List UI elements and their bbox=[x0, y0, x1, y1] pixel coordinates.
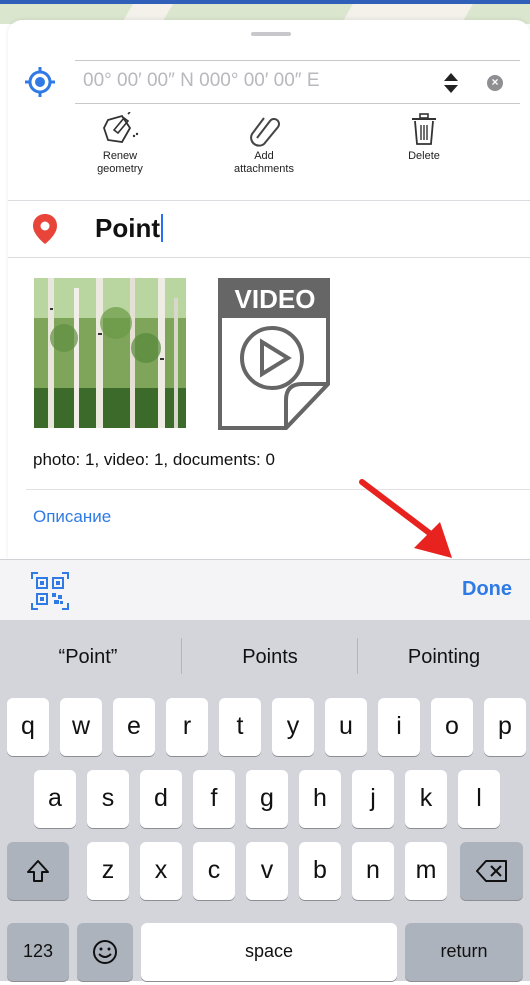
suggestion-3[interactable]: Pointing bbox=[358, 620, 530, 694]
key-m[interactable]: m bbox=[405, 842, 447, 900]
key-n[interactable]: n bbox=[352, 842, 394, 900]
delete-label: Delete bbox=[408, 150, 440, 162]
emoji-key[interactable] bbox=[77, 923, 133, 981]
key-i[interactable]: i bbox=[378, 698, 420, 756]
feature-name-row: Point bbox=[8, 200, 530, 258]
paperclip-icon bbox=[250, 117, 280, 147]
locate-icon[interactable] bbox=[24, 66, 56, 98]
backspace-icon bbox=[475, 860, 507, 882]
key-g[interactable]: g bbox=[246, 770, 288, 828]
key-j[interactable]: j bbox=[352, 770, 394, 828]
backspace-key[interactable] bbox=[460, 842, 523, 900]
map-pin-icon bbox=[33, 214, 57, 244]
delete-button[interactable]: Delete bbox=[396, 112, 452, 163]
qr-code-icon[interactable] bbox=[30, 571, 70, 611]
key-a[interactable]: a bbox=[34, 770, 76, 828]
text-cursor bbox=[161, 214, 163, 242]
done-button[interactable]: Done bbox=[462, 578, 512, 601]
key-x[interactable]: x bbox=[140, 842, 182, 900]
shift-icon bbox=[27, 860, 49, 882]
video-attachment-thumbnail[interactable]: VIDEO bbox=[218, 278, 333, 435]
keyboard-accessory-bar: Done bbox=[0, 559, 530, 621]
key-s[interactable]: s bbox=[87, 770, 129, 828]
numbers-key[interactable]: 123 bbox=[7, 923, 69, 981]
key-e[interactable]: e bbox=[113, 698, 155, 756]
return-key[interactable]: return bbox=[405, 923, 523, 981]
clear-coordinates-button[interactable]: × bbox=[487, 75, 503, 91]
key-b[interactable]: b bbox=[299, 842, 341, 900]
attachments-summary: photo: 1, video: 1, documents: 0 bbox=[33, 450, 275, 469]
clear-icon: × bbox=[491, 75, 499, 89]
feature-sheet: × Renew geometry Add attachments Delete bbox=[8, 20, 530, 560]
sheet-grabber[interactable] bbox=[251, 32, 291, 36]
key-h[interactable]: h bbox=[299, 770, 341, 828]
renew-geometry-label: Renew geometry bbox=[97, 150, 143, 175]
coordinates-row: × bbox=[8, 58, 530, 104]
feature-name-input[interactable]: Point bbox=[95, 213, 163, 244]
section-divider bbox=[26, 489, 530, 490]
add-attachments-label: Add attachments bbox=[234, 150, 294, 175]
key-k[interactable]: k bbox=[405, 770, 447, 828]
add-attachments-button[interactable]: Add attachments bbox=[216, 112, 312, 176]
renew-geometry-button[interactable]: Renew geometry bbox=[80, 112, 160, 176]
key-t[interactable]: t bbox=[219, 698, 261, 756]
forest-photo bbox=[34, 278, 186, 428]
emoji-icon bbox=[93, 940, 117, 964]
key-l[interactable]: l bbox=[458, 770, 500, 828]
key-z[interactable]: z bbox=[87, 842, 129, 900]
coordinate-format-stepper-icon[interactable] bbox=[443, 71, 459, 95]
key-f[interactable]: f bbox=[193, 770, 235, 828]
renew-geometry-icon bbox=[103, 112, 139, 143]
key-w[interactable]: w bbox=[60, 698, 102, 756]
photo-attachment-thumbnail[interactable] bbox=[34, 278, 186, 428]
key-d[interactable]: d bbox=[140, 770, 182, 828]
key-r[interactable]: r bbox=[166, 698, 208, 756]
keyboard: “Point” Points Pointing q w e r t y u i … bbox=[0, 620, 530, 981]
key-y[interactable]: y bbox=[272, 698, 314, 756]
description-link[interactable]: Описание bbox=[33, 506, 111, 522]
suggestion-1[interactable]: “Point” bbox=[0, 620, 176, 694]
space-key[interactable]: space bbox=[141, 923, 397, 981]
video-label: VIDEO bbox=[234, 284, 316, 314]
coordinates-field-container: × bbox=[75, 60, 520, 104]
key-c[interactable]: c bbox=[193, 842, 235, 900]
suggestion-2[interactable]: Points bbox=[182, 620, 358, 694]
key-p[interactable]: p bbox=[484, 698, 526, 756]
coordinates-input[interactable] bbox=[81, 69, 435, 93]
key-o[interactable]: o bbox=[431, 698, 473, 756]
shift-key[interactable] bbox=[7, 842, 69, 900]
key-v[interactable]: v bbox=[246, 842, 288, 900]
key-u[interactable]: u bbox=[325, 698, 367, 756]
key-q[interactable]: q bbox=[7, 698, 49, 756]
trash-icon bbox=[412, 113, 436, 145]
feature-name-value: Point bbox=[95, 213, 160, 243]
